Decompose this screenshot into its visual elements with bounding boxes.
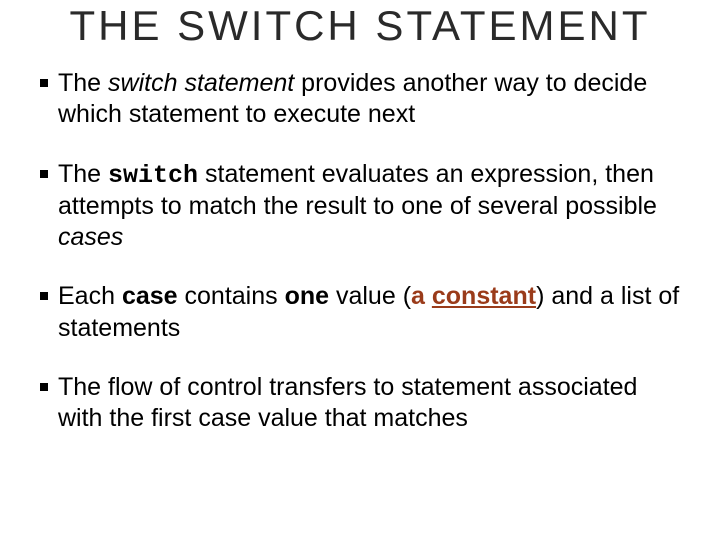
bullet-3: Each case contains one value (a constant… <box>44 281 688 344</box>
b2-text-a: The <box>58 160 108 188</box>
bullet-2: The switch statement evaluates an expres… <box>44 159 688 254</box>
b3-val: value ( <box>329 282 411 310</box>
b3-a: a <box>411 282 432 310</box>
b4-text: The flow of control transfers to stateme… <box>58 373 637 432</box>
b3-constant: constant <box>432 282 536 310</box>
b1-text-a: The <box>58 69 108 97</box>
b3-mid: contains <box>178 282 285 310</box>
b2-cases: cases <box>58 223 123 251</box>
bullet-1: The switch statement provides another wa… <box>44 68 688 131</box>
bullet-4: The flow of control transfers to stateme… <box>44 372 688 435</box>
b1-statement: statement <box>178 69 295 97</box>
slide-body: The switch statement provides another wa… <box>0 68 720 434</box>
b1-switch: switch <box>108 69 177 97</box>
b3-case: case <box>122 282 178 310</box>
page-title: THE SWITCH STATEMENT <box>0 2 720 50</box>
b3-text-a: Each <box>58 282 122 310</box>
b3-one: one <box>285 282 329 310</box>
b2-switch: switch <box>108 161 198 190</box>
